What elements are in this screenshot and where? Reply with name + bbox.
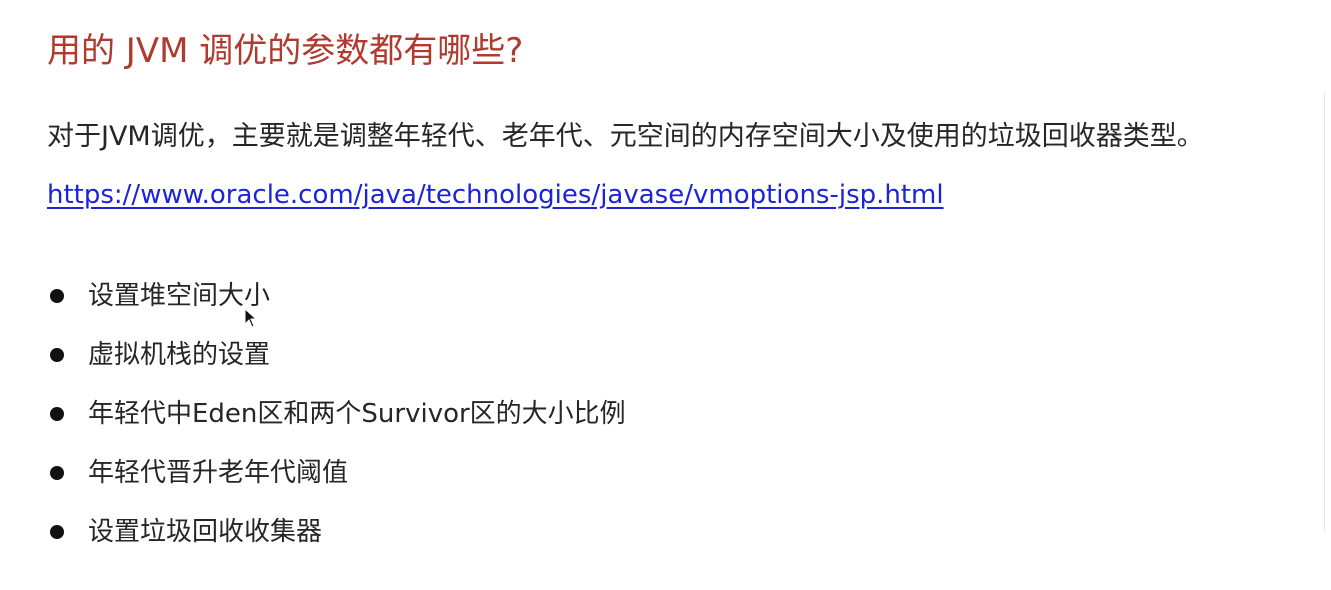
list-item: 设置垃圾回收收集器	[50, 502, 626, 561]
mouse-pointer-icon	[244, 308, 258, 328]
bullet-icon	[50, 406, 64, 421]
list-item-text: 设置垃圾回收收集器	[88, 516, 323, 547]
right-edge-divider	[1324, 92, 1325, 532]
slide-title: 用的 JVM 调优的参数都有哪些?	[47, 31, 524, 71]
list-item-text: 设置堆空间大小	[88, 280, 271, 311]
bullet-icon	[50, 288, 64, 303]
list-item: 年轻代晋升老年代阈值	[50, 443, 626, 502]
list-item-text: 虚拟机栈的设置	[88, 339, 271, 370]
bullet-icon	[50, 465, 64, 480]
list-item: 虚拟机栈的设置	[50, 325, 626, 384]
intro-paragraph: 对于JVM调优，主要就是调整年轻代、老年代、元空间的内存空间大小及使用的垃圾回收…	[47, 121, 1204, 152]
list-item-text: 年轻代晋升老年代阈值	[88, 457, 349, 488]
list-item-text: 年轻代中Eden区和两个Survivor区的大小比例	[88, 398, 626, 429]
list-item: 设置堆空间大小	[50, 266, 626, 325]
tuning-parameter-list: 设置堆空间大小 虚拟机栈的设置 年轻代中Eden区和两个Survivor区的大小…	[50, 266, 626, 561]
list-item: 年轻代中Eden区和两个Survivor区的大小比例	[50, 384, 626, 443]
oracle-vmoptions-link[interactable]: https://www.oracle.com/java/technologies…	[47, 178, 944, 212]
slide: 用的 JVM 调优的参数都有哪些? 对于JVM调优，主要就是调整年轻代、老年代、…	[0, 0, 1331, 590]
bullet-icon	[50, 347, 64, 362]
bullet-icon	[50, 524, 64, 539]
